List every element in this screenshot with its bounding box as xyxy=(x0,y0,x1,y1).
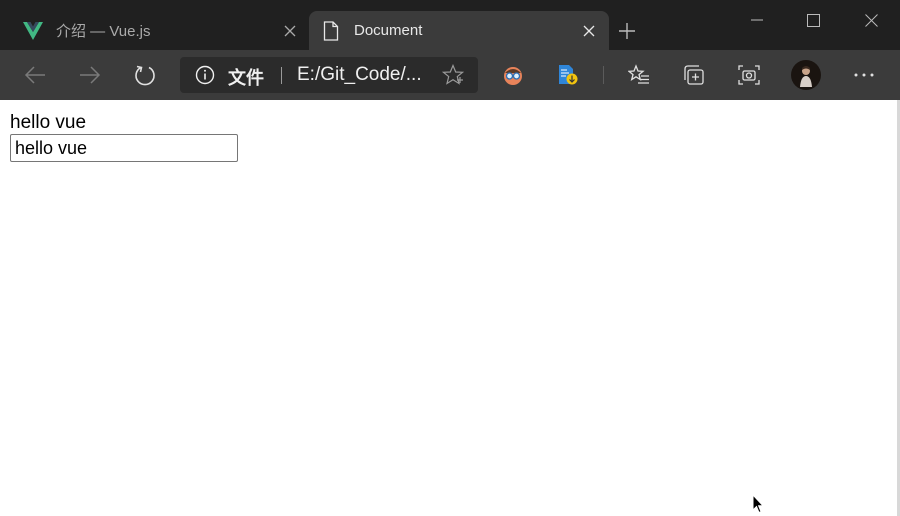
toolbar-divider xyxy=(603,66,604,84)
tab-strip: 介绍 — Vue.js Document xyxy=(0,0,900,50)
window-close-icon[interactable] xyxy=(842,0,900,40)
browser-toolbar: 文件 E:/Git_Code/... xyxy=(0,50,900,100)
tab-vue-intro[interactable]: 介绍 — Vue.js xyxy=(10,11,310,50)
refresh-icon[interactable] xyxy=(127,57,163,93)
vue-logo-icon xyxy=(22,20,44,42)
download-extension-icon[interactable] xyxy=(550,57,586,93)
profile-avatar[interactable] xyxy=(788,57,824,93)
tab-document[interactable]: Document xyxy=(309,11,609,50)
new-tab-icon[interactable] xyxy=(614,18,640,44)
security-label[interactable]: 文件 xyxy=(228,64,264,90)
address-bar[interactable]: 文件 E:/Git_Code/... xyxy=(180,57,478,93)
info-icon[interactable] xyxy=(195,65,215,85)
back-arrow-icon[interactable] xyxy=(17,57,53,93)
maximize-icon[interactable] xyxy=(784,0,842,40)
favorite-star-icon[interactable] xyxy=(441,63,465,86)
message-input[interactable] xyxy=(10,134,238,162)
tab-title: Document xyxy=(354,22,423,39)
close-tab-icon[interactable] xyxy=(577,19,601,43)
message-text: hello vue xyxy=(10,112,87,133)
mouse-cursor-icon xyxy=(752,493,765,514)
url-text[interactable]: E:/Git_Code/... xyxy=(297,64,422,86)
more-options-icon[interactable] xyxy=(846,57,882,93)
document-icon xyxy=(320,20,342,42)
vue-devtools-extension-icon[interactable] xyxy=(495,57,531,93)
forward-arrow-icon[interactable] xyxy=(72,57,108,93)
address-divider xyxy=(281,67,282,84)
tab-title: 介绍 — Vue.js xyxy=(56,23,151,40)
collections-icon[interactable] xyxy=(676,57,712,93)
minimize-icon[interactable] xyxy=(728,0,786,40)
favorites-icon[interactable] xyxy=(621,57,657,93)
page-content: hello vue xyxy=(0,100,900,516)
screenshot-capture-icon[interactable] xyxy=(731,57,767,93)
close-tab-icon[interactable] xyxy=(278,19,302,43)
